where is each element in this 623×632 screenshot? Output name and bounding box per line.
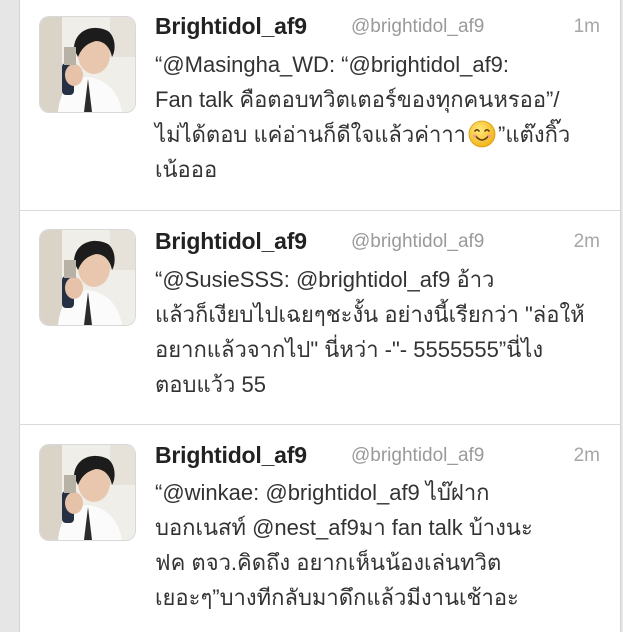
author-handle[interactable]: @brightidol_af9 xyxy=(351,16,484,38)
tweet-text-segment: ไม่ได้ตอบ แค่อ่านก็ดีใจแล้วค่าาา xyxy=(155,122,467,147)
tweet-text-line: ฟค ตจว.คิดถึง อยากเห็นน้องเล่นทวิต xyxy=(155,550,502,575)
tweet-text-line: Fan talk คือตอบทวิตเตอร์ของทุกคนหรออ”/ xyxy=(155,87,560,112)
tweet-text-line: ตอบแว้ว 55 xyxy=(155,372,266,397)
tweet-cell[interactable]: Brightidol_af9 @brightidol_af9 2m “@wink… xyxy=(20,425,620,632)
tweet-text-line: บอกเนสท์ @nest_af9มา fan talk บ้างนะ xyxy=(155,515,533,540)
tweet-text-line: เยอะๆ”บางทีกลับมาดึกแล้วมีงานเช้าอะ xyxy=(155,585,519,610)
tweet-text-line: เน้อออ xyxy=(155,157,218,182)
profile-avatar[interactable] xyxy=(40,230,135,325)
tweet-text-line: อยากแล้วจากไป" นี่หว่า -"- 5555555”นี่ไง xyxy=(155,337,544,362)
tweet-text: “@winkae: @brightidol_af9 ไบ๊ฝาก บอกเนสท… xyxy=(155,475,600,615)
author-handle[interactable]: @brightidol_af9 xyxy=(351,445,484,467)
tweet-text: “@Masingha_WD: “@brightidol_af9: Fan tal… xyxy=(155,47,600,187)
tweet-timestamp: 1m xyxy=(573,16,600,37)
profile-photo-icon xyxy=(40,230,135,325)
tweet-text-line: “@Masingha_WD: “@brightidol_af9: xyxy=(155,52,510,77)
author-name[interactable]: Brightidol_af9 xyxy=(155,228,307,255)
author-name[interactable]: Brightidol_af9 xyxy=(155,442,307,469)
profile-avatar[interactable] xyxy=(40,17,135,112)
tweet-timestamp: 2m xyxy=(573,231,600,252)
tweet-cell[interactable]: Brightidol_af9 @brightidol_af9 2m “@Susi… xyxy=(20,211,620,425)
tweet-timestamp: 2m xyxy=(573,445,600,466)
profile-photo-icon xyxy=(40,17,135,112)
tweet-text-segment: ”แต๊งกิ๊ว xyxy=(498,122,571,147)
tweet-text: “@SusieSSS: @brightidol_af9 อ้าว แล้วก็เ… xyxy=(155,262,600,402)
tweet-text-line: ไม่ได้ตอบ แค่อ่านก็ดีใจแล้วค่าาา ”แต๊งกิ… xyxy=(155,117,600,152)
tweet-text-line: “@SusieSSS: @brightidol_af9 อ้าว xyxy=(155,267,495,292)
author-handle[interactable]: @brightidol_af9 xyxy=(351,231,484,253)
profile-avatar[interactable] xyxy=(40,445,135,540)
profile-photo-icon xyxy=(40,445,135,540)
smiling-face-emoji-icon xyxy=(468,120,496,148)
tweet-timeline[interactable]: Brightidol_af9 @brightidol_af9 1m “@Masi… xyxy=(19,0,621,632)
author-name[interactable]: Brightidol_af9 xyxy=(155,13,307,40)
tweet-cell[interactable]: Brightidol_af9 @brightidol_af9 1m “@Masi… xyxy=(20,0,620,211)
tweet-text-line: แล้วก็เงียบไปเฉยๆชะงั้น อย่างนี้เรียกว่า… xyxy=(155,302,585,327)
tweet-text-line: “@winkae: @brightidol_af9 ไบ๊ฝาก xyxy=(155,480,490,505)
